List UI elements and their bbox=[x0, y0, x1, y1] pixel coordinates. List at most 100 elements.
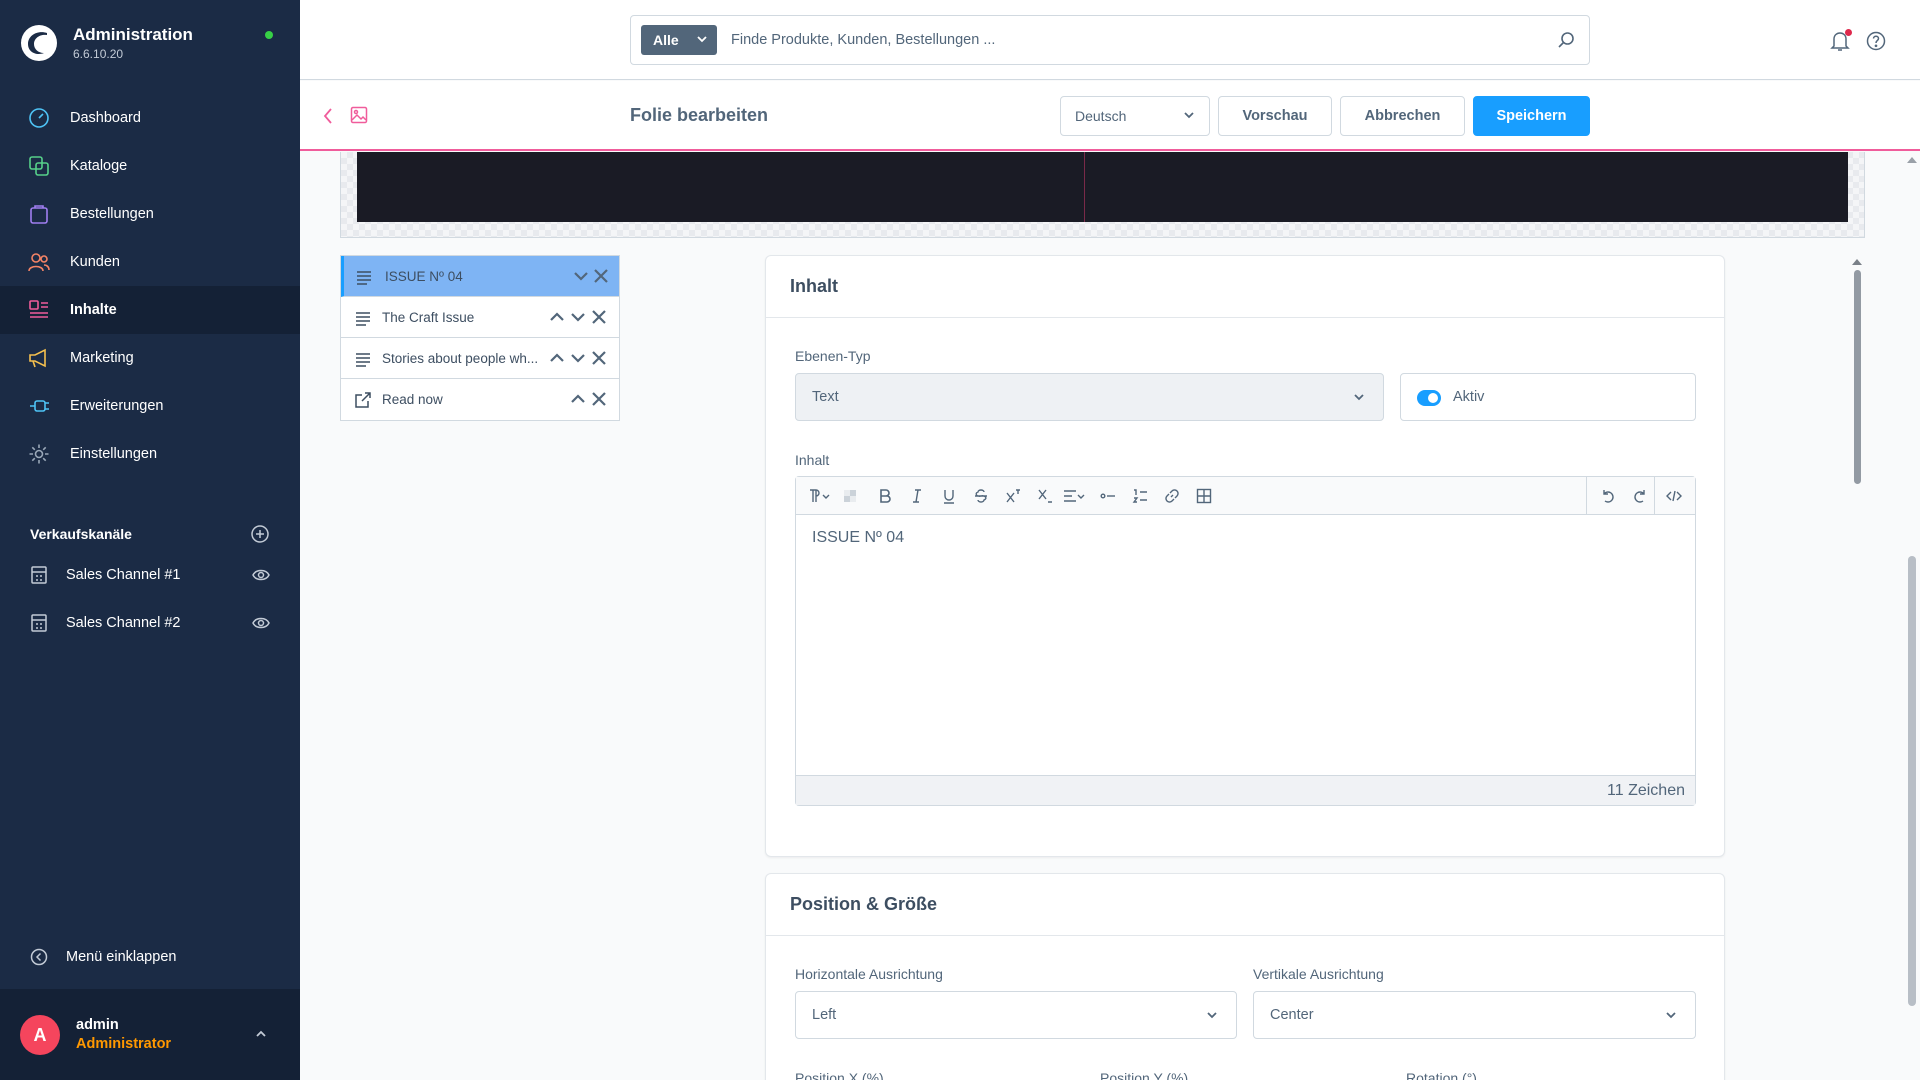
sidebar-item-label: Einstellungen bbox=[70, 446, 158, 462]
layer-item[interactable]: ISSUE Nº 04 bbox=[341, 256, 619, 297]
layer-label: Read now bbox=[382, 392, 443, 407]
sidebar-item-customers[interactable]: Kunden bbox=[0, 238, 300, 286]
position-y-label: Position Y (%) bbox=[1100, 1070, 1189, 1080]
sidebar-item-dashboard[interactable]: Dashboard bbox=[0, 94, 300, 142]
layer-type-label: Ebenen-Typ bbox=[795, 348, 871, 364]
sidebar-item-marketing[interactable]: Marketing bbox=[0, 334, 300, 382]
notification-badge bbox=[1845, 29, 1852, 36]
avatar: A bbox=[20, 1015, 60, 1055]
page-scroll-up-arrow[interactable] bbox=[1907, 157, 1917, 163]
chevron-down-icon bbox=[1184, 112, 1194, 119]
move-down-icon[interactable] bbox=[570, 309, 586, 325]
close-icon[interactable] bbox=[593, 268, 609, 284]
close-icon[interactable] bbox=[591, 309, 607, 325]
sidebar-item-label: Kataloge bbox=[70, 158, 128, 174]
inner-scroll-up-arrow[interactable] bbox=[1852, 259, 1862, 265]
code-view-icon[interactable] bbox=[1666, 488, 1682, 504]
subscript-icon[interactable] bbox=[1037, 488, 1053, 504]
back-arrow-icon[interactable] bbox=[322, 107, 334, 125]
sidebar-item-catalog[interactable]: Kataloge bbox=[0, 142, 300, 190]
user-role: Administrator bbox=[76, 1036, 172, 1052]
toolbar-separator bbox=[1586, 477, 1587, 515]
customers-icon bbox=[28, 253, 50, 272]
link-layer-icon bbox=[355, 392, 371, 408]
sidebar-channel-2[interactable]: Sales Channel #2 bbox=[0, 603, 300, 643]
sidebar-item-content[interactable]: Inhalte bbox=[0, 286, 300, 334]
active-label: Aktiv bbox=[1453, 389, 1485, 405]
move-up-icon[interactable] bbox=[549, 350, 565, 366]
rotation-label: Rotation (°) bbox=[1406, 1070, 1477, 1080]
align-icon[interactable] bbox=[1063, 488, 1085, 504]
layer-type-select[interactable]: Text bbox=[795, 373, 1384, 421]
layer-item[interactable]: Read now bbox=[341, 379, 619, 420]
sidebar-channel-1[interactable]: Sales Channel #1 bbox=[0, 555, 300, 595]
main-nav: Dashboard Kataloge Bestellungen Kunden I… bbox=[0, 94, 300, 478]
superscript-icon[interactable] bbox=[1005, 488, 1021, 504]
close-icon[interactable] bbox=[591, 350, 607, 366]
smart-bar: Folie bearbeiten Deutsch Vorschau Abbrec… bbox=[300, 81, 1920, 151]
preview-button[interactable]: Vorschau bbox=[1218, 96, 1332, 136]
numbered-list-icon[interactable] bbox=[1132, 488, 1148, 504]
clear-format-icon[interactable] bbox=[842, 488, 858, 504]
content-label: Inhalt bbox=[795, 452, 830, 468]
dashboard-icon bbox=[29, 108, 49, 128]
move-up-icon[interactable] bbox=[570, 391, 586, 407]
italic-icon[interactable] bbox=[909, 488, 925, 504]
inner-scrollbar-thumb[interactable] bbox=[1854, 270, 1861, 484]
sidebar-item-settings[interactable]: Einstellungen bbox=[0, 430, 300, 478]
megaphone-icon bbox=[29, 348, 46, 368]
move-down-icon[interactable] bbox=[570, 350, 586, 366]
table-icon[interactable] bbox=[1196, 488, 1212, 504]
brand-version: 6.6.10.20 bbox=[73, 47, 124, 61]
move-down-icon[interactable] bbox=[573, 268, 589, 284]
eye-icon[interactable] bbox=[252, 615, 270, 631]
layer-item[interactable]: Stories about people wh... bbox=[341, 338, 619, 379]
collapse-left-icon bbox=[30, 948, 48, 966]
sidebar-item-orders[interactable]: Bestellungen bbox=[0, 190, 300, 238]
layer-item[interactable]: The Craft Issue bbox=[341, 297, 619, 338]
sidebar-item-label: Dashboard bbox=[70, 110, 141, 126]
undo-icon[interactable] bbox=[1600, 488, 1616, 504]
horizontal-align-select[interactable]: Left bbox=[795, 991, 1237, 1039]
channel-label: Sales Channel #2 bbox=[66, 615, 181, 631]
search-icon[interactable] bbox=[1557, 31, 1575, 49]
sales-channels-title: Verkaufskanäle bbox=[30, 526, 132, 542]
close-icon[interactable] bbox=[591, 391, 607, 407]
user-menu[interactable]: A admin Administrator bbox=[0, 989, 300, 1080]
link-icon[interactable] bbox=[1164, 488, 1180, 504]
center-guide-line bbox=[1084, 152, 1085, 222]
move-up-icon[interactable] bbox=[549, 309, 565, 325]
active-toggle[interactable] bbox=[1417, 390, 1441, 406]
cancel-button[interactable]: Abbrechen bbox=[1340, 96, 1465, 136]
shopware-logo-icon bbox=[21, 25, 57, 61]
search-type-dropdown[interactable]: Alle bbox=[641, 25, 717, 55]
add-circle-icon[interactable] bbox=[250, 524, 270, 544]
help-icon[interactable] bbox=[1866, 31, 1886, 51]
sidebar-item-extensions[interactable]: Erweiterungen bbox=[0, 382, 300, 430]
bold-icon[interactable] bbox=[877, 488, 893, 504]
page-scrollbar-thumb[interactable] bbox=[1908, 556, 1916, 1006]
storefront-icon bbox=[31, 566, 47, 584]
content-card: Inhalt Ebenen-Typ Text Aktiv Inhalt ISSU… bbox=[765, 255, 1725, 857]
eye-icon[interactable] bbox=[252, 567, 270, 583]
brand[interactable]: Administration 6.6.10.20 bbox=[20, 20, 280, 68]
bullet-list-icon[interactable] bbox=[1100, 488, 1116, 504]
paragraph-format-icon[interactable] bbox=[808, 488, 830, 504]
active-toggle-field: Aktiv bbox=[1400, 373, 1696, 421]
search-input[interactable] bbox=[731, 26, 1531, 54]
toolbar-separator bbox=[1654, 477, 1655, 515]
horizontal-align-value: Left bbox=[812, 1007, 837, 1023]
content-icon bbox=[29, 300, 48, 318]
strikethrough-icon[interactable] bbox=[973, 488, 989, 504]
save-button[interactable]: Speichern bbox=[1473, 96, 1590, 136]
slide-preview-canvas[interactable] bbox=[340, 152, 1865, 238]
collapse-menu-button[interactable]: Menü einklappen bbox=[30, 945, 176, 969]
redo-icon[interactable] bbox=[1632, 488, 1648, 504]
layer-label: ISSUE Nº 04 bbox=[385, 268, 463, 284]
text-layer-icon bbox=[357, 271, 371, 285]
vertical-align-select[interactable]: Center bbox=[1253, 991, 1696, 1039]
global-search: Alle bbox=[630, 15, 1590, 65]
language-select[interactable]: Deutsch bbox=[1060, 96, 1210, 136]
editor-content[interactable]: ISSUE Nº 04 bbox=[812, 529, 904, 547]
underline-icon[interactable] bbox=[941, 488, 957, 504]
